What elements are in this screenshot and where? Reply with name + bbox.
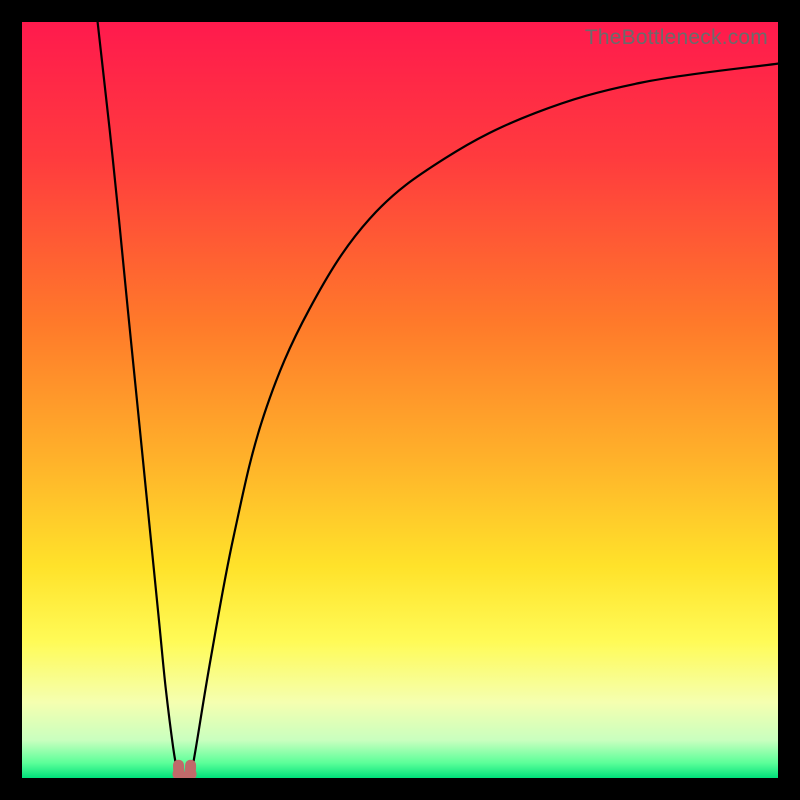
min-markers: [173, 765, 197, 778]
curve-right-branch: [191, 64, 778, 778]
curve-left-branch: [98, 22, 179, 778]
chart-frame: TheBottleneck.com: [0, 0, 800, 800]
watermark-text: TheBottleneck.com: [585, 26, 768, 50]
plot-area: TheBottleneck.com: [22, 22, 778, 778]
curve-layer: [22, 22, 778, 778]
